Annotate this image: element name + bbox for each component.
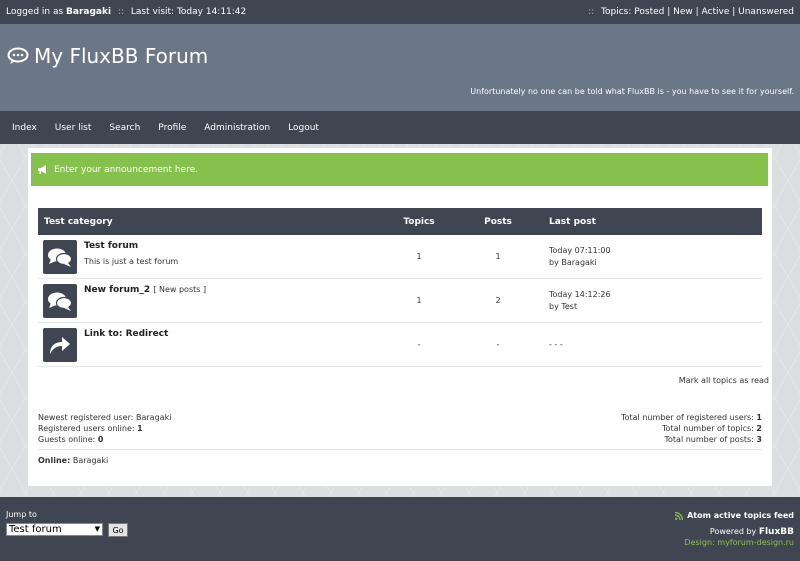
site-tagline: Unfortunately no one can be told what Fl… — [470, 87, 794, 96]
forum-chat-icon — [43, 239, 77, 274]
powered-by: Powered by FluxBB — [710, 527, 794, 537]
board-stats: Total number of registered users: 1 Tota… — [621, 412, 762, 445]
online-list: Online: Baragaki — [38, 456, 108, 465]
newest-user-label: Newest registered user: — [38, 413, 134, 422]
forum-posts-count: 2 — [495, 296, 501, 305]
separator: :: — [117, 7, 125, 17]
jump-to-selected: Test forum — [9, 524, 62, 535]
chat-bubble-icon — [7, 47, 29, 64]
forum-last-post: Today 14:12:26 by Test — [539, 289, 762, 313]
total-users-count: 1 — [756, 413, 762, 422]
site-title[interactable]: My FluxBB Forum — [7, 44, 208, 68]
site-footer: Jump to Test forum ▼ Go Atom active topi… — [0, 497, 800, 561]
registered-online-label: Registered users online: — [38, 424, 135, 433]
go-button[interactable]: Go — [108, 523, 128, 537]
nav-profile[interactable]: Profile — [158, 123, 186, 133]
col-last-post-header: Last post — [549, 216, 596, 227]
logged-in-label: Logged in as — [6, 7, 64, 17]
mark-all-read-link[interactable]: Mark all topics as read — [679, 376, 769, 385]
online-label: Online: — [38, 456, 71, 465]
category-table: Test category Topics Posts Last post Tes… — [38, 208, 762, 367]
category-name: Test category — [44, 216, 113, 227]
forum-posts-count: - — [496, 340, 500, 349]
link-posted[interactable]: Posted — [634, 7, 664, 17]
design-credit-link[interactable]: Design: myforum-design.ru — [684, 538, 794, 547]
rss-icon — [675, 511, 684, 520]
topics-label: Topics: — [601, 7, 632, 17]
last-post-time[interactable]: Today 14:12:26 — [549, 289, 762, 301]
redirect-arrow-icon — [43, 327, 77, 362]
total-topics-label: Total number of topics: — [662, 424, 754, 433]
last-post-time[interactable]: Today 07:11:00 — [549, 245, 762, 257]
link-unanswered[interactable]: Unanswered — [738, 7, 794, 17]
forum-last-post: Today 07:11:00 by Baragaki — [539, 245, 762, 269]
announcement-box: Enter your announcement here. — [31, 153, 768, 186]
divider — [38, 449, 762, 450]
link-active[interactable]: Active — [702, 7, 730, 17]
fluxbb-link[interactable]: FluxBB — [759, 527, 794, 537]
guests-online-label: Guests online: — [38, 435, 96, 444]
main-nav: Index User list Search Profile Administr… — [0, 111, 800, 144]
total-users-label: Total number of registered users: — [621, 413, 754, 422]
jump-to-label: Jump to — [6, 510, 37, 519]
registered-online-count: 1 — [137, 424, 143, 433]
username[interactable]: Baragaki — [66, 7, 111, 17]
last-visit: Last visit: Today 14:11:42 — [130, 7, 247, 17]
forum-row: Test forum This is just a test forum 1 1… — [38, 235, 762, 279]
forum-topics-count: 1 — [416, 252, 422, 261]
online-user[interactable]: Baragaki — [73, 456, 108, 465]
forum-topics-count: - — [417, 340, 421, 349]
separator: :: — [588, 7, 595, 17]
site-title-text: My FluxBB Forum — [34, 44, 209, 68]
atom-feed-text: Atom active topics feed — [687, 511, 794, 520]
last-post-author: by Test — [549, 301, 578, 311]
user-status: Logged in as Baragaki :: Last visit: Tod… — [6, 7, 246, 17]
dropdown-arrow-icon: ▼ — [94, 525, 100, 533]
atom-feed-link[interactable]: Atom active topics feed — [675, 511, 794, 520]
announcement-text: Enter your announcement here. — [54, 164, 198, 175]
powered-by-label: Powered by — [709, 527, 757, 536]
col-topics-header: Topics — [403, 216, 435, 227]
site-header: My FluxBB Forum Unfortunately no one can… — [0, 24, 800, 111]
last-post-author: by Baragaki — [549, 257, 597, 267]
total-posts-label: Total number of posts: — [664, 435, 754, 444]
link-new[interactable]: New — [673, 7, 693, 17]
new-posts-link[interactable]: [ New posts ] — [153, 285, 206, 294]
guests-online-count: 0 — [97, 435, 104, 444]
newest-user[interactable]: Baragaki — [136, 413, 171, 422]
content-background: Enter your announcement here. Test categ… — [0, 144, 800, 497]
forum-last-post: - - - — [539, 339, 762, 351]
topic-links: :: Topics: Posted | New | Active | Unans… — [588, 7, 794, 17]
forum-description: This is just a test forum — [84, 256, 179, 266]
forum-chat-icon — [43, 283, 77, 318]
nav-user-list[interactable]: User list — [55, 123, 92, 133]
col-posts-header: Posts — [484, 216, 512, 227]
last-post-time: - - - — [549, 339, 563, 349]
category-header: Test category Topics Posts Last post — [38, 208, 762, 235]
total-posts-count: 3 — [756, 435, 762, 444]
top-bar: Logged in as Baragaki :: Last visit: Tod… — [0, 0, 800, 24]
forum-row: Link to: Redirect - - - - - — [38, 323, 762, 367]
jump-to-select[interactable]: Test forum ▼ — [6, 523, 103, 536]
nav-search[interactable]: Search — [109, 123, 140, 133]
nav-logout[interactable]: Logout — [288, 123, 319, 133]
user-stats: Newest registered user: Baragaki Registe… — [38, 412, 171, 445]
forum-title[interactable]: Link to: Redirect — [84, 329, 168, 339]
forum-title[interactable]: Test forum — [84, 241, 138, 251]
forum-posts-count: 1 — [495, 252, 501, 261]
megaphone-icon — [38, 165, 46, 174]
nav-index[interactable]: Index — [12, 123, 37, 133]
total-topics-count: 2 — [756, 424, 762, 433]
main-panel: Enter your announcement here. Test categ… — [28, 148, 772, 486]
forum-topics-count: 1 — [416, 296, 422, 305]
forum-title[interactable]: New forum_2 — [84, 285, 150, 295]
forum-row: New forum_2 [ New posts ] 1 2 Today 14:1… — [38, 279, 762, 323]
nav-administration[interactable]: Administration — [204, 123, 270, 133]
